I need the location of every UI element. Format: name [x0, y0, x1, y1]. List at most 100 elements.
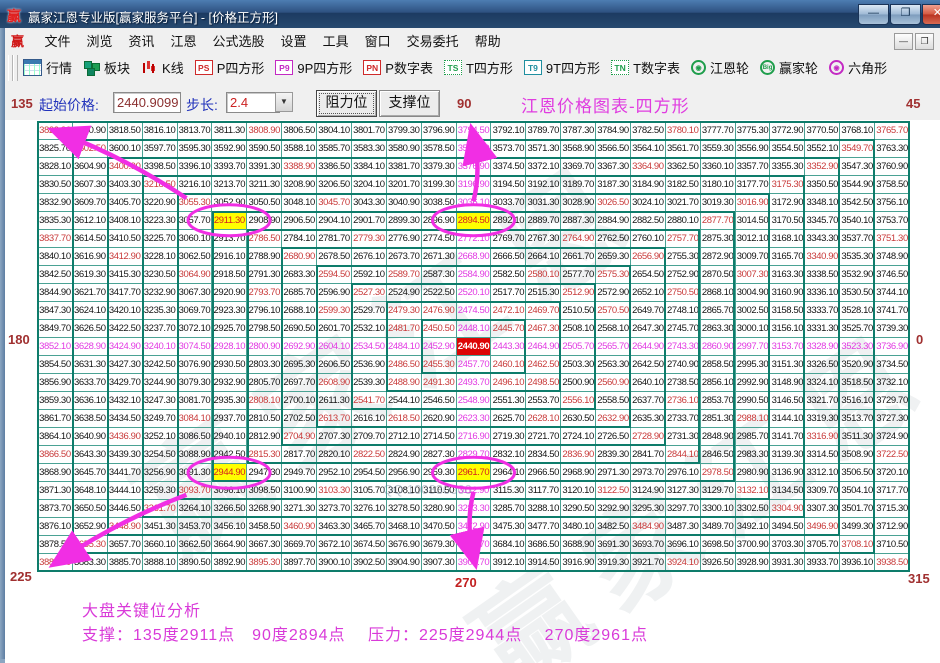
menu-item-3[interactable]: 江恩	[163, 28, 205, 50]
toolbar-item-sectors[interactable]: 板块	[83, 58, 130, 77]
grid-cell: 3290.50	[561, 500, 596, 518]
menu-item-6[interactable]: 工具	[315, 28, 357, 50]
grid-cell: 2532.10	[352, 320, 387, 338]
grid-cell: 3686.50	[526, 536, 561, 554]
menu-item-7[interactable]: 窗口	[357, 28, 399, 50]
grid-cell: 3636.10	[73, 392, 108, 410]
start-price-input[interactable]: 2440.9099	[113, 92, 181, 113]
restore-button[interactable]: ❐	[890, 4, 921, 25]
grid-cell: 2445.70	[491, 320, 526, 338]
grid-cell: 3177.70	[736, 176, 771, 194]
menu-item-9[interactable]: 帮助	[467, 28, 509, 50]
grid-cell: 2877.70	[701, 212, 736, 230]
menu-item-5[interactable]: 设置	[273, 28, 315, 50]
grid-cell: 3295.30	[631, 500, 666, 518]
grid-cell: 3100.90	[282, 482, 317, 500]
menu-item-4[interactable]: 公式选股	[205, 28, 273, 50]
resistance-button[interactable]: 阻力位	[316, 90, 377, 117]
menu-item-0[interactable]: 文件	[36, 28, 78, 50]
grid-cell: 3170.50	[770, 212, 805, 230]
close-button[interactable]: ✕	[922, 4, 940, 25]
toolbar-item-hexagon[interactable]: ◉六角形	[829, 58, 887, 77]
grid-cell: 2834.50	[526, 446, 561, 464]
start-price-label: 起始价格:	[39, 95, 99, 115]
grid-cell: 2779.30	[352, 230, 387, 248]
toolbar-item-label: T数字表	[633, 58, 680, 77]
grid-cell: 3098.50	[247, 482, 282, 500]
toolbar-item-9t-square[interactable]: T99T四方形	[524, 58, 600, 77]
grid-cell: 3225.70	[143, 230, 178, 248]
9t-square-icon: T9	[524, 60, 542, 75]
toolbar-item-t-square[interactable]: TST四方形	[444, 58, 513, 77]
toolbar-item-quotes[interactable]: 行情	[23, 58, 72, 77]
grid-cell: 3520.90	[840, 356, 875, 374]
toolbar-item-winner-wheel[interactable]: Big赢家轮	[760, 58, 818, 77]
toolbar-item-9p-square[interactable]: P99P四方形	[275, 58, 352, 77]
grid-cell: 3244.90	[143, 374, 178, 392]
grid-cell: 3679.30	[422, 536, 457, 554]
step-select[interactable]: 2.4	[226, 92, 280, 113]
grid-cell: 3876.10	[38, 518, 73, 536]
grid-cell: 2824.90	[387, 446, 422, 464]
grid-cell: 2544.10	[387, 392, 422, 410]
step-select-dropdown-icon[interactable]: ▼	[275, 92, 293, 112]
grid-cell: 2582.50	[491, 266, 526, 284]
grid-cell: 3458.50	[247, 518, 282, 536]
grid-cell: 2654.50	[631, 266, 666, 284]
grid-cell: 2664.10	[526, 248, 561, 266]
menu-item-1[interactable]: 浏览	[78, 28, 120, 50]
grid-cell: 3283.30	[457, 500, 492, 518]
menu-item-8[interactable]: 交易委托	[399, 28, 467, 50]
grid-cell: 2536.90	[352, 356, 387, 374]
grid-cell: 2676.10	[352, 248, 387, 266]
grid-cell: 2450.50	[422, 320, 457, 338]
grid-cell: 2731.30	[666, 428, 701, 446]
grid-cell: 3235.30	[143, 302, 178, 320]
grid-cell: 2901.70	[352, 212, 387, 230]
grid-cell: 3892.90	[212, 554, 247, 572]
grid-cell: 3230.50	[143, 266, 178, 284]
grid-cell: 2668.90	[457, 248, 492, 266]
grid-cell: 3285.70	[491, 500, 526, 518]
grid-cell: 2707.30	[317, 428, 352, 446]
grid-cell: 2522.50	[422, 284, 457, 302]
toolbar-item-label: 江恩轮	[710, 58, 749, 77]
toolbar-item-gann-wheel[interactable]: ◉江恩轮	[691, 58, 749, 77]
support-button[interactable]: 支撑位	[379, 90, 440, 117]
grid-cell: 2798.50	[247, 320, 282, 338]
grid-cell: 3662.50	[178, 536, 213, 554]
minimize-button[interactable]: —	[858, 4, 889, 25]
grid-cell: 3009.70	[736, 248, 771, 266]
toolbar-item-p-square[interactable]: PSP四方形	[195, 58, 265, 77]
grid-cell: 2714.50	[422, 428, 457, 446]
grid-cell: 2508.10	[561, 320, 596, 338]
toolbar-item-t-table[interactable]: TNT数字表	[611, 58, 680, 77]
grid-cell: 3614.50	[73, 230, 108, 248]
grid-cell: 3278.50	[387, 500, 422, 518]
grid-cell: 2899.30	[387, 212, 422, 230]
grid-cell: 3698.50	[701, 536, 736, 554]
grid-cell: 3535.30	[840, 248, 875, 266]
grid-cell: 3204.10	[352, 176, 387, 194]
menu-item-2[interactable]: 资讯	[121, 28, 163, 50]
grid-cell: 3873.70	[38, 500, 73, 518]
title-bar: 赢 赢家江恩专业版[赢家服务平台] - [价格正方形] — ❐ ✕	[0, 0, 940, 29]
grid-cell: 3559.30	[701, 140, 736, 158]
grid-cell: 2594.50	[317, 266, 352, 284]
grid-cell: 2947.30	[247, 464, 282, 482]
grid-cell: 3151.30	[770, 356, 805, 374]
grid-cell: 3444.10	[108, 482, 143, 500]
mdi-button-0[interactable]: —	[894, 33, 913, 50]
grid-cell: 3753.70	[875, 212, 910, 230]
toolbar-item-p-table[interactable]: PNP数字表	[363, 58, 433, 77]
grid-cell: 2491.30	[422, 374, 457, 392]
grid-cell: 3304.90	[770, 500, 805, 518]
grid-cell: 3849.70	[38, 320, 73, 338]
toolbar-item-kline[interactable]: K线	[141, 58, 184, 77]
grid-cell: 3033.70	[491, 194, 526, 212]
mdi-button-1[interactable]: ❐	[915, 33, 934, 50]
grid-cell: 2481.70	[387, 320, 422, 338]
grid-cell: 3199.30	[422, 176, 457, 194]
grid-cell: 3864.10	[38, 428, 73, 446]
angle-label-90: 90	[457, 96, 471, 111]
